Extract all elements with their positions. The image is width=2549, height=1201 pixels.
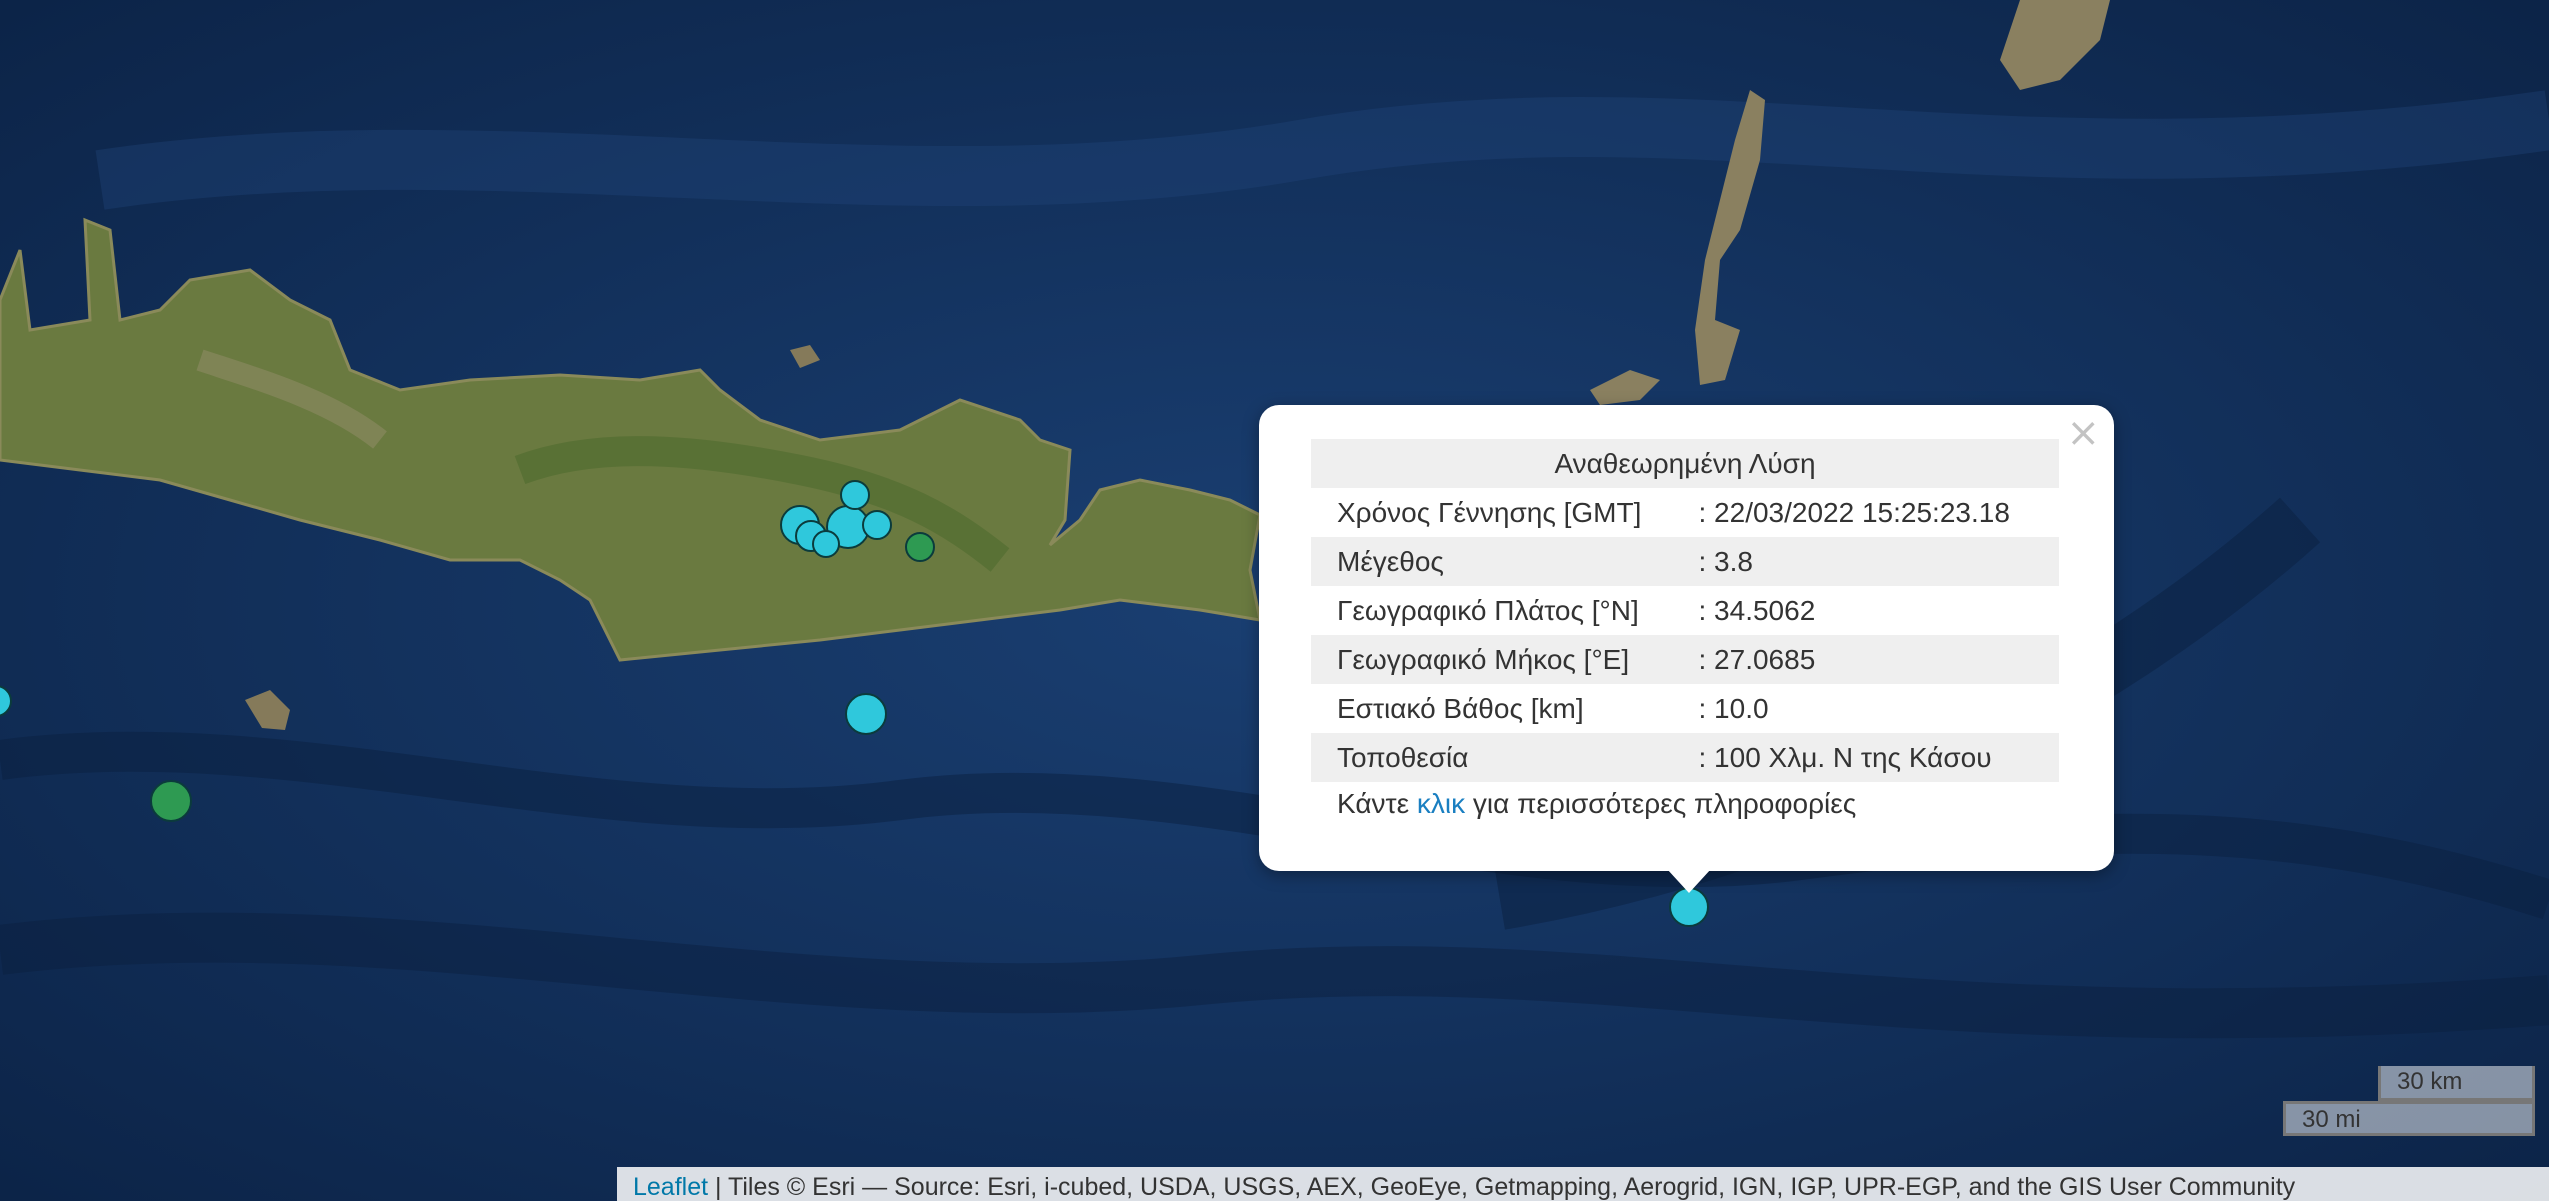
quake-marker[interactable]: [150, 780, 192, 822]
attribution-text: | Tiles © Esri — Source: Esri, i-cubed, …: [708, 1173, 2296, 1201]
scale-control: 30 km 30 mi: [2283, 1066, 2535, 1136]
row-label: Εστιακό Βάθος [km]: [1337, 692, 1584, 724]
earthquake-popup: × Αναθεωρημένη Λύση Χρόνος Γέννησης [GMT…: [1259, 405, 2114, 871]
scale-mi: 30 mi: [2283, 1101, 2535, 1136]
popup-title: Αναθεωρημένη Λύση: [1311, 439, 2059, 488]
leaflet-link[interactable]: Leaflet: [633, 1173, 708, 1201]
close-icon[interactable]: ×: [2066, 413, 2100, 453]
row-value: : 3.8: [1692, 537, 2059, 586]
row-value: : 34.5062: [1698, 594, 1816, 626]
scale-km: 30 km: [2378, 1066, 2535, 1101]
more-info-link[interactable]: κλικ: [1417, 788, 1465, 819]
popup-tip: [1667, 869, 1711, 893]
row-label: Μέγεθος: [1311, 537, 1693, 586]
row-value: : 22/03/2022 15:25:23.18: [1698, 496, 2010, 528]
quake-marker[interactable]: [840, 480, 870, 510]
footer-text-pre: Κάντε: [1337, 788, 1410, 819]
popup-footer: Κάντε κλικ για περισσότερες πληροφορίες: [1337, 788, 1856, 820]
quake-marker[interactable]: [862, 510, 892, 540]
earthquake-details-table: Αναθεωρημένη Λύση Χρόνος Γέννησης [GMT] …: [1311, 439, 2059, 782]
quake-marker[interactable]: [905, 532, 935, 562]
quake-marker-selected[interactable]: [1669, 887, 1709, 927]
row-label: Χρόνος Γέννησης [GMT]: [1337, 496, 1642, 528]
footer-text-post: για περισσότερες πληροφορίες: [1472, 788, 1857, 819]
row-value: : 27.0685: [1692, 635, 2059, 684]
row-value: : 10.0: [1698, 692, 1769, 724]
row-label: Γεωγραφικό Πλάτος [°N]: [1337, 594, 1639, 626]
quake-marker[interactable]: [812, 530, 840, 558]
row-label: Τοποθεσία: [1311, 733, 1693, 782]
row-label: Γεωγραφικό Μήκος [°E]: [1311, 635, 1693, 684]
quake-marker[interactable]: [845, 693, 887, 735]
map-attribution: Leaflet | Tiles © Esri — Source: Esri, i…: [617, 1167, 2549, 1201]
row-value: : 100 Χλμ. Ν της Κάσου: [1692, 733, 2059, 782]
